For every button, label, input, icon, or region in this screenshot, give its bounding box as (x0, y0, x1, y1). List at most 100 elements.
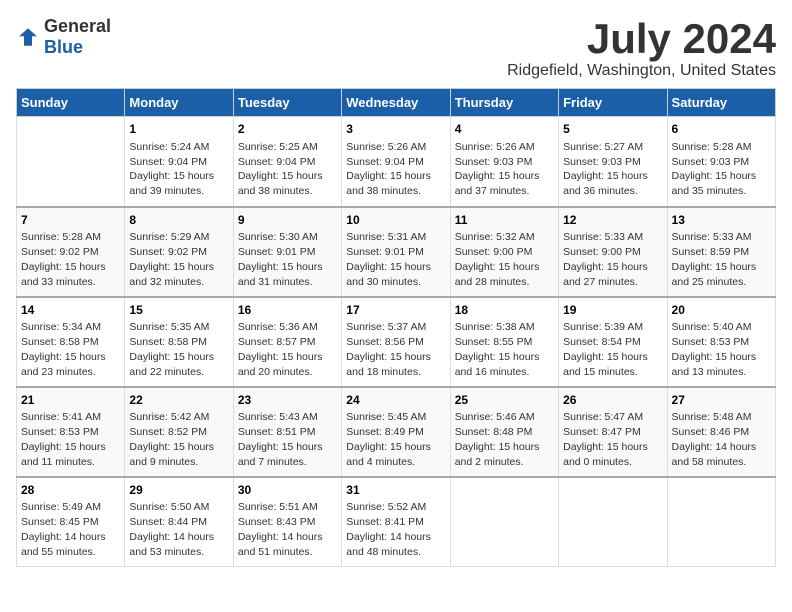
day-info: Sunrise: 5:30 AM Sunset: 9:01 PM Dayligh… (238, 230, 337, 289)
day-info: Sunrise: 5:27 AM Sunset: 9:03 PM Dayligh… (563, 140, 662, 199)
calendar-cell: 26Sunrise: 5:47 AM Sunset: 8:47 PM Dayli… (559, 387, 667, 477)
week-row-4: 21Sunrise: 5:41 AM Sunset: 8:53 PM Dayli… (17, 387, 776, 477)
week-row-5: 28Sunrise: 5:49 AM Sunset: 8:45 PM Dayli… (17, 477, 776, 567)
day-number: 14 (21, 302, 120, 319)
day-info: Sunrise: 5:51 AM Sunset: 8:43 PM Dayligh… (238, 500, 337, 559)
day-number: 29 (129, 482, 228, 499)
title-section: July 2024 Ridgefield, Washington, United… (507, 16, 776, 80)
calendar-cell: 23Sunrise: 5:43 AM Sunset: 8:51 PM Dayli… (233, 387, 341, 477)
day-info: Sunrise: 5:25 AM Sunset: 9:04 PM Dayligh… (238, 140, 337, 199)
logo-text: General Blue (44, 16, 111, 58)
day-number: 27 (672, 392, 771, 409)
calendar-cell: 16Sunrise: 5:36 AM Sunset: 8:57 PM Dayli… (233, 297, 341, 387)
header-monday: Monday (125, 89, 233, 117)
main-title: July 2024 (507, 16, 776, 62)
calendar-cell: 18Sunrise: 5:38 AM Sunset: 8:55 PM Dayli… (450, 297, 558, 387)
day-number: 5 (563, 121, 662, 138)
calendar-cell: 24Sunrise: 5:45 AM Sunset: 8:49 PM Dayli… (342, 387, 450, 477)
day-number: 30 (238, 482, 337, 499)
day-number: 18 (455, 302, 554, 319)
header-saturday: Saturday (667, 89, 775, 117)
week-row-3: 14Sunrise: 5:34 AM Sunset: 8:58 PM Dayli… (17, 297, 776, 387)
day-number: 25 (455, 392, 554, 409)
day-number: 13 (672, 212, 771, 229)
day-number: 10 (346, 212, 445, 229)
calendar-cell: 4Sunrise: 5:26 AM Sunset: 9:03 PM Daylig… (450, 117, 558, 207)
day-number: 31 (346, 482, 445, 499)
day-info: Sunrise: 5:28 AM Sunset: 9:02 PM Dayligh… (21, 230, 120, 289)
day-number: 1 (129, 121, 228, 138)
day-number: 9 (238, 212, 337, 229)
logo: General Blue (16, 16, 111, 58)
calendar-cell: 8Sunrise: 5:29 AM Sunset: 9:02 PM Daylig… (125, 207, 233, 297)
header-row: SundayMondayTuesdayWednesdayThursdayFrid… (17, 89, 776, 117)
day-number: 21 (21, 392, 120, 409)
calendar-cell: 1 Sunrise: 5:24 AM Sunset: 9:04 PM Daylig… (125, 117, 233, 207)
day-number: 7 (21, 212, 120, 229)
day-info: Sunrise: 5:36 AM Sunset: 8:57 PM Dayligh… (238, 320, 337, 379)
calendar-cell (559, 477, 667, 567)
day-number: 11 (455, 212, 554, 229)
day-number: 17 (346, 302, 445, 319)
header-tuesday: Tuesday (233, 89, 341, 117)
calendar-cell: 13Sunrise: 5:33 AM Sunset: 8:59 PM Dayli… (667, 207, 775, 297)
day-info: Sunrise: 5:31 AM Sunset: 9:01 PM Dayligh… (346, 230, 445, 289)
day-info: Sunrise: 5:24 AM Sunset: 9:04 PM Dayligh… (129, 140, 228, 199)
day-number: 6 (672, 121, 771, 138)
day-info: Sunrise: 5:48 AM Sunset: 8:46 PM Dayligh… (672, 410, 771, 469)
calendar-cell: 30Sunrise: 5:51 AM Sunset: 8:43 PM Dayli… (233, 477, 341, 567)
calendar-cell: 12Sunrise: 5:33 AM Sunset: 9:00 PM Dayli… (559, 207, 667, 297)
calendar-cell: 5 Sunrise: 5:27 AM Sunset: 9:03 PM Daylig… (559, 117, 667, 207)
day-number: 24 (346, 392, 445, 409)
day-info: Sunrise: 5:26 AM Sunset: 9:03 PM Dayligh… (455, 140, 554, 199)
day-info: Sunrise: 5:26 AM Sunset: 9:04 PM Dayligh… (346, 140, 445, 199)
calendar-cell: 28Sunrise: 5:49 AM Sunset: 8:45 PM Dayli… (17, 477, 125, 567)
day-number: 15 (129, 302, 228, 319)
day-number: 20 (672, 302, 771, 319)
page-header: General Blue July 2024 Ridgefield, Washi… (16, 16, 776, 80)
calendar-cell: 9Sunrise: 5:30 AM Sunset: 9:01 PM Daylig… (233, 207, 341, 297)
calendar-cell (450, 477, 558, 567)
header-friday: Friday (559, 89, 667, 117)
day-info: Sunrise: 5:39 AM Sunset: 8:54 PM Dayligh… (563, 320, 662, 379)
calendar-cell: 14Sunrise: 5:34 AM Sunset: 8:58 PM Dayli… (17, 297, 125, 387)
day-info: Sunrise: 5:38 AM Sunset: 8:55 PM Dayligh… (455, 320, 554, 379)
day-info: Sunrise: 5:37 AM Sunset: 8:56 PM Dayligh… (346, 320, 445, 379)
calendar-cell: 15Sunrise: 5:35 AM Sunset: 8:58 PM Dayli… (125, 297, 233, 387)
day-info: Sunrise: 5:28 AM Sunset: 9:03 PM Dayligh… (672, 140, 771, 199)
day-info: Sunrise: 5:50 AM Sunset: 8:44 PM Dayligh… (129, 500, 228, 559)
calendar-cell: 17Sunrise: 5:37 AM Sunset: 8:56 PM Dayli… (342, 297, 450, 387)
day-info: Sunrise: 5:33 AM Sunset: 8:59 PM Dayligh… (672, 230, 771, 289)
day-info: Sunrise: 5:47 AM Sunset: 8:47 PM Dayligh… (563, 410, 662, 469)
calendar-cell: 2Sunrise: 5:25 AM Sunset: 9:04 PM Daylig… (233, 117, 341, 207)
calendar-table: SundayMondayTuesdayWednesdayThursdayFrid… (16, 88, 776, 567)
day-number: 23 (238, 392, 337, 409)
day-number: 19 (563, 302, 662, 319)
calendar-cell: 31Sunrise: 5:52 AM Sunset: 8:41 PM Dayli… (342, 477, 450, 567)
day-info: Sunrise: 5:45 AM Sunset: 8:49 PM Dayligh… (346, 410, 445, 469)
day-info: Sunrise: 5:34 AM Sunset: 8:58 PM Dayligh… (21, 320, 120, 379)
day-number: 16 (238, 302, 337, 319)
header-wednesday: Wednesday (342, 89, 450, 117)
week-row-2: 7Sunrise: 5:28 AM Sunset: 9:02 PM Daylig… (17, 207, 776, 297)
calendar-cell: 27Sunrise: 5:48 AM Sunset: 8:46 PM Dayli… (667, 387, 775, 477)
calendar-cell: 19Sunrise: 5:39 AM Sunset: 8:54 PM Dayli… (559, 297, 667, 387)
day-info: Sunrise: 5:43 AM Sunset: 8:51 PM Dayligh… (238, 410, 337, 469)
calendar-cell: 20Sunrise: 5:40 AM Sunset: 8:53 PM Dayli… (667, 297, 775, 387)
day-info: Sunrise: 5:33 AM Sunset: 9:00 PM Dayligh… (563, 230, 662, 289)
header-sunday: Sunday (17, 89, 125, 117)
day-info: Sunrise: 5:40 AM Sunset: 8:53 PM Dayligh… (672, 320, 771, 379)
calendar-cell: 25Sunrise: 5:46 AM Sunset: 8:48 PM Dayli… (450, 387, 558, 477)
day-number: 12 (563, 212, 662, 229)
calendar-cell: 21Sunrise: 5:41 AM Sunset: 8:53 PM Dayli… (17, 387, 125, 477)
day-info: Sunrise: 5:29 AM Sunset: 9:02 PM Dayligh… (129, 230, 228, 289)
calendar-cell: 6 Sunrise: 5:28 AM Sunset: 9:03 PM Daylig… (667, 117, 775, 207)
day-info: Sunrise: 5:32 AM Sunset: 9:00 PM Dayligh… (455, 230, 554, 289)
day-info: Sunrise: 5:35 AM Sunset: 8:58 PM Dayligh… (129, 320, 228, 379)
day-info: Sunrise: 5:41 AM Sunset: 8:53 PM Dayligh… (21, 410, 120, 469)
subtitle: Ridgefield, Washington, United States (507, 62, 776, 80)
calendar-cell: 7Sunrise: 5:28 AM Sunset: 9:02 PM Daylig… (17, 207, 125, 297)
header-thursday: Thursday (450, 89, 558, 117)
calendar-cell: 29Sunrise: 5:50 AM Sunset: 8:44 PM Dayli… (125, 477, 233, 567)
day-number: 3 (346, 121, 445, 138)
